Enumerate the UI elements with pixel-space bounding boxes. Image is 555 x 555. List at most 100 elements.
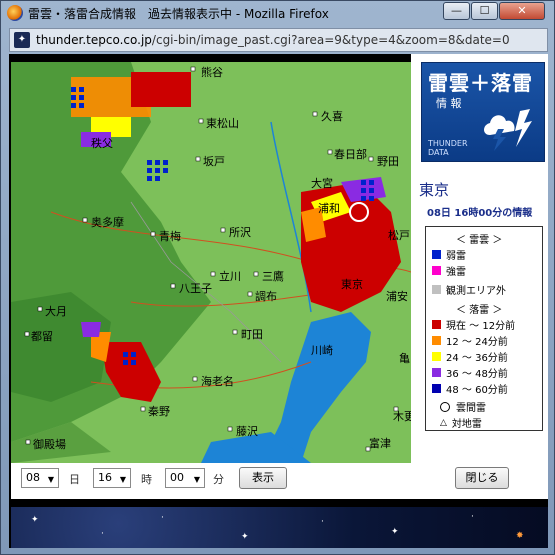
- close-button[interactable]: 閉じる: [455, 467, 509, 489]
- url-path: /cgi-bin/image_past.cgi?area=9&type=4&zo…: [151, 33, 510, 47]
- legend-band-3-label: 36 〜 48分前: [446, 369, 508, 380]
- legend-band-2-label: 24 〜 36分前: [446, 353, 508, 364]
- page-content: 熊谷 秩父 東松山 坂戸 久喜 春日部 野田 大宮 浦和 松戸 奥多摩 青梅 所…: [9, 54, 548, 548]
- triangle-icon: △: [440, 417, 447, 428]
- label-chichibu: 秩父: [91, 137, 113, 150]
- label-hachioji: 八王子: [179, 282, 212, 295]
- close-window-button[interactable]: ✕: [499, 2, 545, 20]
- title-bar[interactable]: 雷雲・落雷合成情報 過去情報表示中 - Mozilla Firefox — ☐ …: [1, 1, 554, 25]
- info-time: 08日 16時00分の情報: [427, 208, 533, 219]
- thunder-map: 熊谷 秩父 東松山 坂戸 久喜 春日部 野田 大宮 浦和 松戸 奥多摩 青梅 所…: [11, 62, 411, 463]
- label-matsudo: 松戸: [388, 228, 410, 242]
- day-unit: 日: [69, 473, 80, 486]
- logo-title: 雷雲＋落雷: [428, 71, 533, 95]
- band-0-swatch: [432, 320, 441, 329]
- label-otsuki: 大月: [45, 304, 67, 318]
- url-text[interactable]: thunder.tepco.co.jp/cgi-bin/image_past.c…: [36, 33, 541, 47]
- label-kasukabe: 春日部: [334, 147, 367, 161]
- starry-footer: ✦ · · ✦ · ✦ · ✸: [11, 507, 548, 548]
- legend-intracloud-label: 雲間雷: [456, 403, 486, 414]
- browser-window: 雷雲・落雷合成情報 過去情報表示中 - Mozilla Firefox — ☐ …: [0, 0, 555, 555]
- minimize-button[interactable]: —: [443, 2, 470, 20]
- chevron-down-icon: ▼: [119, 475, 126, 484]
- label-urawa: 浦和: [318, 202, 340, 215]
- label-kumagaya: 熊谷: [201, 65, 223, 79]
- star-icon: ✦: [391, 527, 399, 537]
- star-icon: ✦: [241, 532, 249, 542]
- legend-ground-label: 対地雷: [451, 419, 482, 430]
- band-1-swatch: [432, 336, 441, 345]
- label-tachikawa: 立川: [219, 269, 241, 283]
- minute-select-value: 00: [170, 471, 184, 484]
- weak-swatch: [432, 250, 441, 259]
- star-icon: ✸: [516, 531, 524, 541]
- minute-select[interactable]: 00 ▼: [165, 468, 205, 488]
- band-3-swatch: [432, 368, 441, 377]
- controls-bar: 08 ▼ 日 16 ▼ 時 00 ▼ 分 表示 閉じる: [11, 463, 548, 499]
- window-title: 雷雲・落雷合成情報 過去情報表示中 - Mozilla Firefox: [28, 7, 329, 21]
- label-tokorozawa: 所沢: [229, 225, 251, 239]
- label-machida: 町田: [241, 328, 263, 341]
- label-mitaka: 三鷹: [262, 269, 284, 283]
- label-urayasu: 浦安: [386, 289, 408, 303]
- label-okutama: 奥多摩: [91, 215, 124, 229]
- legend-band-3: 36 〜 48分前: [432, 365, 508, 380]
- outside-swatch: [432, 285, 441, 294]
- star-icon: ·: [471, 512, 474, 522]
- label-kuki: 久喜: [321, 110, 343, 123]
- label-futtsu: 富津: [369, 436, 391, 450]
- star-icon: ·: [161, 513, 164, 523]
- label-chofu: 調布: [255, 289, 277, 303]
- maximize-button[interactable]: ☐: [471, 2, 498, 20]
- strike-cluster-northwest: [71, 72, 191, 147]
- label-tokyo: 東京: [341, 277, 363, 291]
- legend-band-0-label: 現在 〜 12分前: [446, 321, 516, 332]
- legend-outside: 観測エリア外: [432, 282, 506, 297]
- chevron-down-icon: ▼: [193, 475, 200, 484]
- url-domain: thunder.tepco.co.jp: [36, 33, 152, 47]
- legend-band-1-label: 12 〜 24分前: [446, 337, 508, 348]
- star-icon: ✦: [31, 515, 39, 525]
- label-gotemba: 御殿場: [33, 437, 66, 451]
- legend-cloud-header: ＜ 雷雲 ＞: [456, 235, 503, 246]
- logo-english: THUNDER DATA: [428, 139, 468, 157]
- site-identity-icon[interactable]: ✦: [14, 32, 30, 48]
- legend-strong-label: 強雷: [446, 267, 466, 278]
- legend-weak-label: 弱雷: [446, 251, 466, 262]
- show-button[interactable]: 表示: [239, 467, 287, 489]
- label-omiya: 大宮: [311, 176, 333, 190]
- day-select-value: 08: [26, 471, 40, 484]
- hour-unit: 時: [141, 473, 152, 486]
- legend-intracloud: 雲間雷: [440, 399, 486, 414]
- legend-strong: 強雷: [432, 263, 466, 278]
- legend-outside-label: 観測エリア外: [446, 286, 506, 297]
- address-bar[interactable]: ✦ thunder.tepco.co.jp/cgi-bin/image_past…: [9, 28, 548, 52]
- label-higashimatsuyama: 東松山: [206, 116, 239, 130]
- label-ome: 青梅: [159, 229, 181, 243]
- label-kisarazu: 木更: [393, 410, 411, 423]
- area-name: 東京: [419, 181, 450, 199]
- label-ebina: 海老名: [201, 374, 234, 388]
- label-sakado: 坂戸: [203, 155, 225, 168]
- label-fujisawa: 藤沢: [236, 424, 258, 438]
- star-icon: ·: [321, 517, 324, 527]
- map-svg: 熊谷 秩父 東松山 坂戸 久喜 春日部 野田 大宮 浦和 松戸 奥多摩 青梅 所…: [11, 62, 411, 463]
- logo-subtitle: 情 報: [436, 97, 462, 110]
- legend-band-2: 24 〜 36分前: [432, 349, 508, 364]
- label-noda: 野田: [377, 155, 399, 168]
- thunder-logo: 雷雲＋落雷 情 報 THUNDER DATA: [421, 62, 545, 162]
- legend-weak: 弱雷: [432, 247, 466, 262]
- legend-band-0: 現在 〜 12分前: [432, 317, 516, 332]
- firefox-icon: [7, 5, 23, 21]
- circle-icon: [440, 401, 450, 412]
- logo-english-1: THUNDER: [428, 139, 468, 148]
- legend-band-4: 48 〜 60分前: [432, 381, 508, 396]
- legend-ground: △ 対地雷: [440, 415, 482, 431]
- label-kamegawa: 亀: [399, 351, 410, 365]
- minute-unit: 分: [213, 473, 224, 486]
- logo-english-2: DATA: [428, 148, 449, 157]
- label-tsuru: 都留: [31, 330, 53, 343]
- day-select[interactable]: 08 ▼: [21, 468, 59, 488]
- hour-select[interactable]: 16 ▼: [93, 468, 131, 488]
- legend-band-4-label: 48 〜 60分前: [446, 385, 508, 396]
